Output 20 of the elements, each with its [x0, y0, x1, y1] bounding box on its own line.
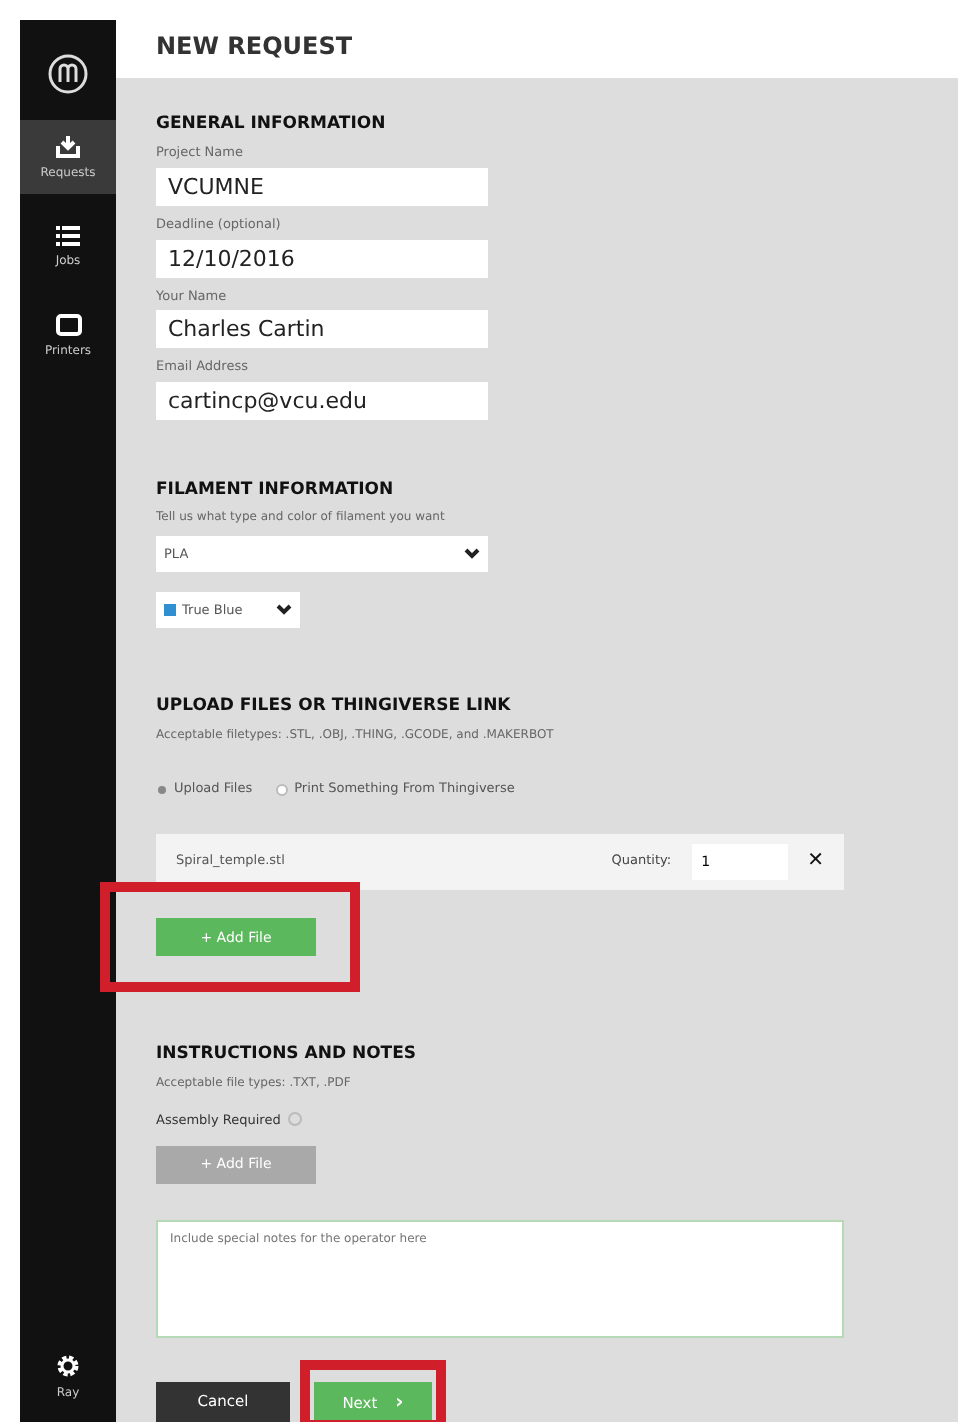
- radio-button[interactable]: [156, 783, 168, 796]
- text-field[interactable]: 12/10/2016: [156, 239, 488, 278]
- section-heading: FILAMENT INFORMATION: [156, 480, 394, 501]
- logo-icon: [48, 53, 88, 94]
- radio-button[interactable]: [276, 783, 289, 796]
- checkbox[interactable]: [288, 1112, 303, 1127]
- section-heading: UPLOAD FILES OR THINGIVERSE LINK: [156, 696, 511, 718]
- list-icon: [56, 226, 80, 246]
- page-title: NEW REQUEST: [156, 34, 353, 58]
- gear-icon: [56, 1354, 80, 1378]
- remove-button[interactable]: ✕: [807, 846, 824, 877]
- chevron-icon: [276, 604, 292, 617]
- section-heading: INSTRUCTIONS AND NOTES: [156, 1044, 417, 1065]
- text-field[interactable]: Charles Cartin: [156, 310, 488, 349]
- text-field[interactable]: cartincp@vcu.edu: [156, 382, 488, 421]
- text-field[interactable]: VCUMNE: [156, 167, 488, 206]
- screen-icon: [55, 314, 81, 336]
- upload-icon: [56, 136, 80, 158]
- section-heading: GENERAL INFORMATION: [156, 114, 386, 135]
- chevron-icon: [464, 548, 480, 561]
